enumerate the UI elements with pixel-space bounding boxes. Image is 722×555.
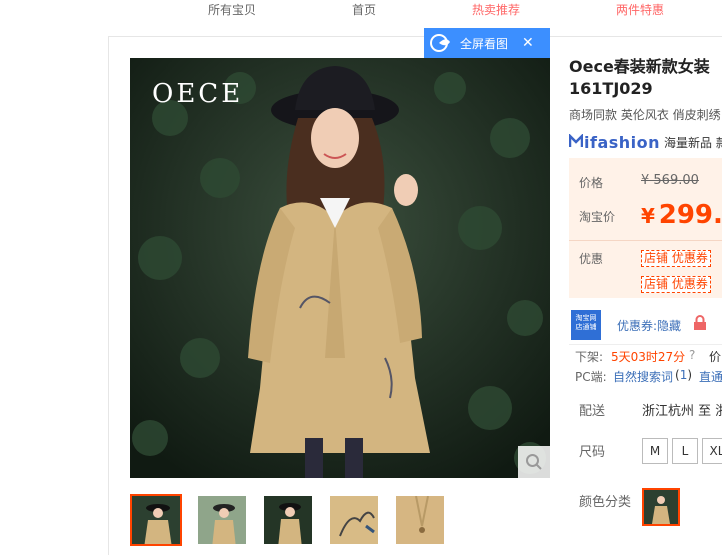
price-label: 价格 [579,176,604,190]
nav-hot-sale[interactable]: 热卖推荐 [472,1,520,18]
price-box: 价格 ¥ 569.00 淘宝价 ¥ 299. 优惠 店铺 优惠券 店铺 优惠券 [569,158,722,298]
hidden-coupon-text: 优惠券:隐藏 [617,319,682,333]
expire-value: 5天03时27分 [611,350,686,364]
shop-coupon-1[interactable]: 店铺 优惠券 [641,250,711,267]
shipping-value[interactable]: 浙江杭州 至 浙 [642,400,722,419]
help-icon[interactable]: ? [689,348,695,362]
fullscreen-label: 全屏看图 [460,36,509,51]
ifashion-m-icon [569,132,584,147]
shop-coupon-2[interactable]: 店铺 优惠券 [641,276,711,293]
taobao-price-label: 淘宝价 [579,210,616,224]
size-option-l[interactable]: L [672,438,698,464]
thumbnail-2[interactable] [196,494,248,546]
pc-label: PC端: [575,370,607,384]
pc-search-link[interactable]: 自然搜索词 [613,368,673,385]
uc-squirrel-icon [430,34,450,52]
size-label: 尺码 [579,445,606,460]
magnifier-icon [526,454,542,470]
product-info: Oece春装新款女装 161TJ029 商场同款 英伦风衣 俏皮刺绣 ifash… [569,56,722,554]
shop-nav: 所有宝贝 首页 热卖推荐 两件特惠 [0,0,722,22]
brand-text: 海量新品 款 [664,136,722,150]
thumbnail-4[interactable] [328,494,380,546]
thumbnail-3[interactable] [262,494,314,546]
zoom-button[interactable] [518,446,550,478]
color-label: 颜色分类 [579,495,632,510]
ifashion-brand: ifashion 海量新品 款 [569,132,722,152]
pc-direct-link[interactable]: 直通 [699,368,722,385]
price-divider [569,240,722,241]
product-subtitle: 商场同款 英伦风衣 俏皮刺绣 [569,108,721,122]
nav-home[interactable]: 首页 [352,1,376,18]
shipping-label: 配送 [579,404,606,419]
tong-badge-icon: 淘宝网 店通铺 [571,310,601,340]
nav-all-items[interactable]: 所有宝贝 [208,1,256,18]
size-options: M L XL [642,438,722,466]
expire-label: 下架: [575,350,604,364]
thumbnail-5[interactable] [394,494,446,546]
lock-icon [693,315,707,334]
brand-watermark: OECE [152,79,243,109]
promo-label: 优惠 [579,252,604,266]
original-price: ¥ 569.00 [641,173,699,188]
nav-two-piece-deal[interactable]: 两件特惠 [616,1,664,18]
thumbnail-1[interactable] [130,494,182,546]
size-option-xl[interactable]: XL [702,438,722,464]
pc-search-count: (1) [675,368,693,382]
close-icon[interactable]: ✕ [522,35,534,51]
product-title: Oece春装新款女装 161TJ029 [569,57,710,98]
color-swatch[interactable] [642,488,680,526]
size-option-m[interactable]: M [642,438,668,464]
current-price: ¥ 299. [641,200,722,230]
fullscreen-view-bar[interactable]: 全屏看图 ✕ [424,28,550,58]
price-hint: 价 [709,350,722,364]
main-product-image[interactable]: OECE [130,58,550,478]
ifashion-logo: ifashion [569,132,660,152]
tong-info-box: 淘宝网 店通铺 优惠券:隐藏 下架: 5天03时27分 ? 价 PC端: 自然搜… [569,308,722,386]
